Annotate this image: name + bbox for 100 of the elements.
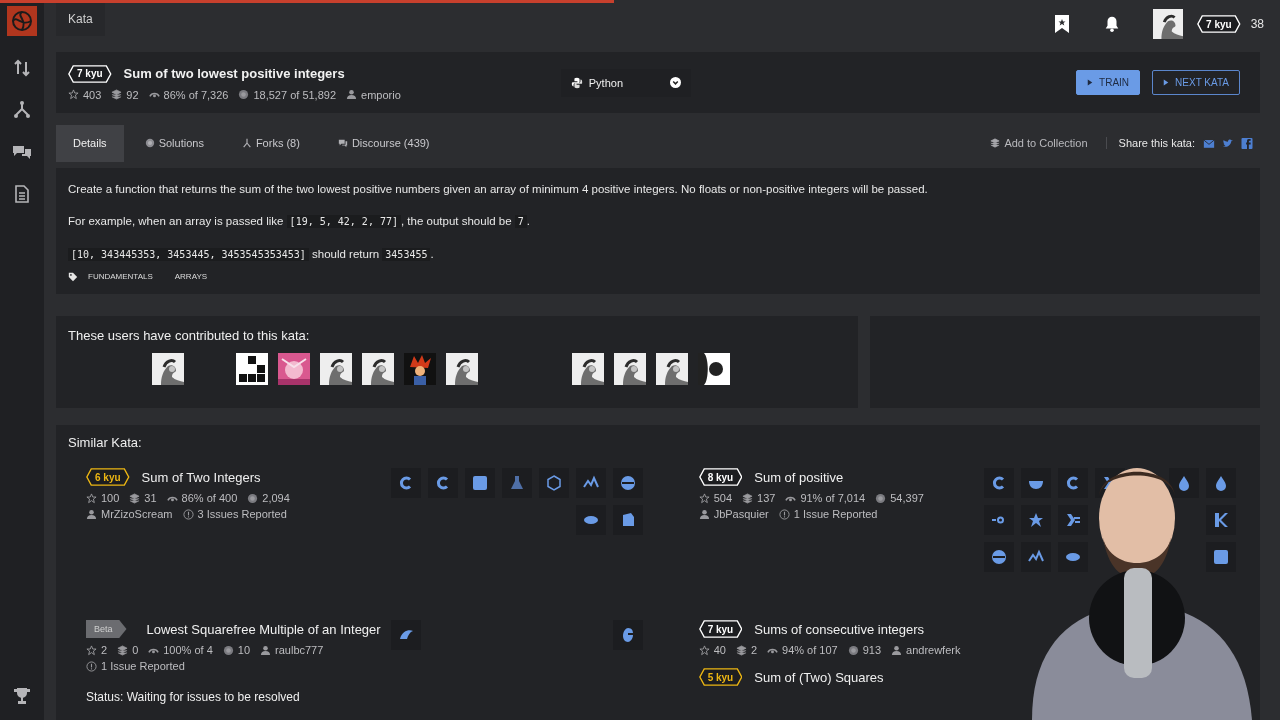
language-tile[interactable] [984,542,1014,572]
ring-icon [397,475,414,491]
stat-text: 31 [144,492,157,504]
stat-text: 137 [757,492,776,504]
star-icon [68,89,79,101]
status-text: Status: Waiting for issues to be resolved [86,690,301,704]
layers-icon [111,89,123,101]
star-icon [698,644,710,656]
stat-text: 1 Issue Reported [793,508,878,520]
logo-icon[interactable] [7,6,37,36]
stat-text: 2 [750,644,758,656]
drop-icon [1176,475,1192,491]
language-tile[interactable] [1058,542,1088,572]
language-tile[interactable] [1058,505,1088,535]
person-icon [346,89,358,101]
language-tile[interactable] [538,468,569,498]
beta-badge: Beta [86,620,127,638]
language-tile[interactable] [390,620,421,650]
person-icon [86,508,97,520]
drop-icon [1213,475,1229,491]
stat-text: 86% of 7,326 [163,88,229,101]
honor-count: 38 [1250,17,1264,32]
fork-icon[interactable] [12,100,32,120]
bookmark-icon[interactable] [1053,14,1072,35]
kata-link[interactable]: Sum of Two Integers [141,469,261,485]
kata-link[interactable]: Lowest Squarefree Multiple of an Integer [146,621,381,637]
rank-badge: 8 kyu [698,468,743,486]
language-tile[interactable] [984,505,1014,535]
stat-text: 100 [101,492,120,504]
document-icon[interactable] [12,184,32,204]
language-tile[interactable] [1021,468,1051,498]
language-tile[interactable] [612,505,643,535]
kata-link[interactable]: Sum of positive [754,469,844,485]
rank-badge: 7 kyu [698,620,743,638]
mail-icon[interactable] [1203,138,1215,149]
language-tile[interactable] [427,468,458,498]
tab[interactable]: Forks (8) [224,125,317,162]
train-button[interactable]: TRAIN [1076,70,1141,96]
language-tile[interactable] [575,468,606,498]
author-link[interactable]: JbPasquier [713,508,769,520]
person-icon [260,644,272,656]
circle-icon [222,644,234,656]
language-tile[interactable] [612,620,643,650]
language-tile[interactable] [575,505,606,535]
person-icon [698,508,710,520]
tab[interactable]: Discourse (439) [320,125,447,162]
section-title: These users have contributed to this kata: [68,327,311,343]
tag-link[interactable]: ARRAYS [174,272,208,282]
layers-icon [990,138,1001,149]
star-icon [698,492,710,504]
snake-icon [570,76,583,89]
square-icon [471,475,488,491]
stat-text: 94% of 107 [782,644,838,656]
chevron-down-icon [669,77,681,89]
language-tile[interactable] [390,468,421,498]
stat-text: 403 [83,88,102,101]
language-tile[interactable] [1021,505,1051,535]
next-kata-button[interactable]: NEXT KATA [1152,70,1240,96]
info-icon [86,660,97,672]
language-tile[interactable] [464,468,495,498]
play-icon [1163,79,1170,87]
language-tile[interactable] [1206,468,1236,498]
description-paragraph: For example, when an array is passed like [19, 5, 42, 2, 77] , the output should be 7 . [68,213,532,230]
rank-badge: 7 kyu [1197,15,1241,34]
square-icon [1213,549,1229,565]
stat-text: 1 Issue Reported [101,660,185,672]
description-paragraph: [10, 343445353, 3453445, 3453545353453] should return 3453455 . [68,244,1248,264]
section-title: Similar Kata: [68,435,143,450]
add-to-collection-button[interactable]: Add to Collection [984,136,1094,151]
stat-text: 0 [132,644,139,656]
globe-icon [991,549,1007,565]
ring-icon [991,475,1007,491]
rank-badge: 5 kyu [698,668,743,686]
language-tile[interactable] [1169,468,1199,498]
stat-text: 100% of 4 [163,644,213,656]
author-link[interactable]: andrewferk [906,644,961,656]
rank-badge: 7 kyu [68,64,112,83]
language-tile[interactable] [1058,468,1088,498]
kata-link[interactable]: Sums of consecutive integers [754,621,925,637]
language-tile[interactable] [984,468,1014,498]
trophy-icon[interactable] [12,686,32,706]
bolt-icon [1065,512,1081,528]
kata-link[interactable]: Sum of (Two) Squares [754,669,884,685]
ring-icon [434,475,451,491]
description-paragraph: Create a function that returns the sum of the two lowest positive numbers given an array of minimum 4 positive integers. No floats or non-positive integers will be passed. [68,181,929,197]
tag-link[interactable]: FUNDAMENTALS [88,272,153,282]
swap-arrows-icon[interactable] [12,58,32,78]
tab[interactable]: Details [56,125,124,162]
tab[interactable]: Solutions [127,125,221,162]
language-tile[interactable] [1021,542,1051,572]
bird-icon[interactable] [1222,138,1234,149]
language-tile[interactable] [1206,505,1236,535]
language-tile[interactable] [1206,542,1236,572]
language-tile[interactable] [612,468,643,498]
author-link[interactable]: emporio [361,88,401,101]
square-icon[interactable] [1241,138,1253,149]
author-link[interactable]: MrZizoScream [101,508,173,520]
author-link[interactable]: raulbc777 [275,644,324,656]
language-tile[interactable] [501,468,532,498]
flask-icon [508,475,525,491]
